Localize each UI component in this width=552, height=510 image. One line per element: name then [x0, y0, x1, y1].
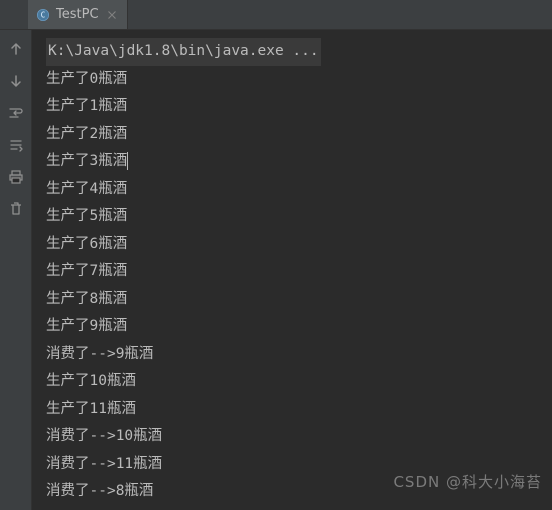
arrow-down-icon[interactable]	[7, 72, 25, 90]
console-line: 生产了10瓶酒	[46, 368, 552, 396]
console-output[interactable]: K:\Java\jdk1.8\bin\java.exe ... 生产了0瓶酒生产…	[32, 30, 552, 510]
trash-icon[interactable]	[7, 200, 25, 218]
console-line: 消费了-->8瓶酒	[46, 478, 552, 506]
soft-wrap-icon[interactable]	[7, 104, 25, 122]
console-line: 消费了-->11瓶酒	[46, 451, 552, 479]
console-line: 生产了7瓶酒	[46, 258, 552, 286]
print-icon[interactable]	[7, 168, 25, 186]
console-line: 生产了8瓶酒	[46, 286, 552, 314]
console-line: 消费了-->10瓶酒	[46, 423, 552, 451]
scroll-to-end-icon[interactable]	[7, 136, 25, 154]
tab-testpc[interactable]: C TestPC	[28, 0, 128, 29]
console-line: 生产了5瓶酒	[46, 203, 552, 231]
console-line: 生产了4瓶酒	[46, 176, 552, 204]
command-line: K:\Java\jdk1.8\bin\java.exe ...	[46, 38, 552, 66]
main-area: K:\Java\jdk1.8\bin\java.exe ... 生产了0瓶酒生产…	[0, 30, 552, 510]
close-icon[interactable]	[105, 8, 119, 22]
svg-text:C: C	[41, 10, 46, 19]
arrow-up-icon[interactable]	[7, 40, 25, 58]
console-line: 生产了3瓶酒	[46, 148, 552, 176]
tab-title: TestPC	[56, 7, 99, 22]
console-line: 生产了11瓶酒	[46, 396, 552, 424]
console-line: 生产了6瓶酒	[46, 231, 552, 259]
console-line: 生产了0瓶酒	[46, 66, 552, 94]
console-line: 生产了1瓶酒	[46, 93, 552, 121]
console-line: 生产了2瓶酒	[46, 121, 552, 149]
console-gutter	[0, 30, 32, 510]
class-icon: C	[36, 8, 50, 22]
console-line: 生产了9瓶酒	[46, 313, 552, 341]
tab-bar: C TestPC	[0, 0, 552, 30]
console-line: 消费了-->9瓶酒	[46, 341, 552, 369]
